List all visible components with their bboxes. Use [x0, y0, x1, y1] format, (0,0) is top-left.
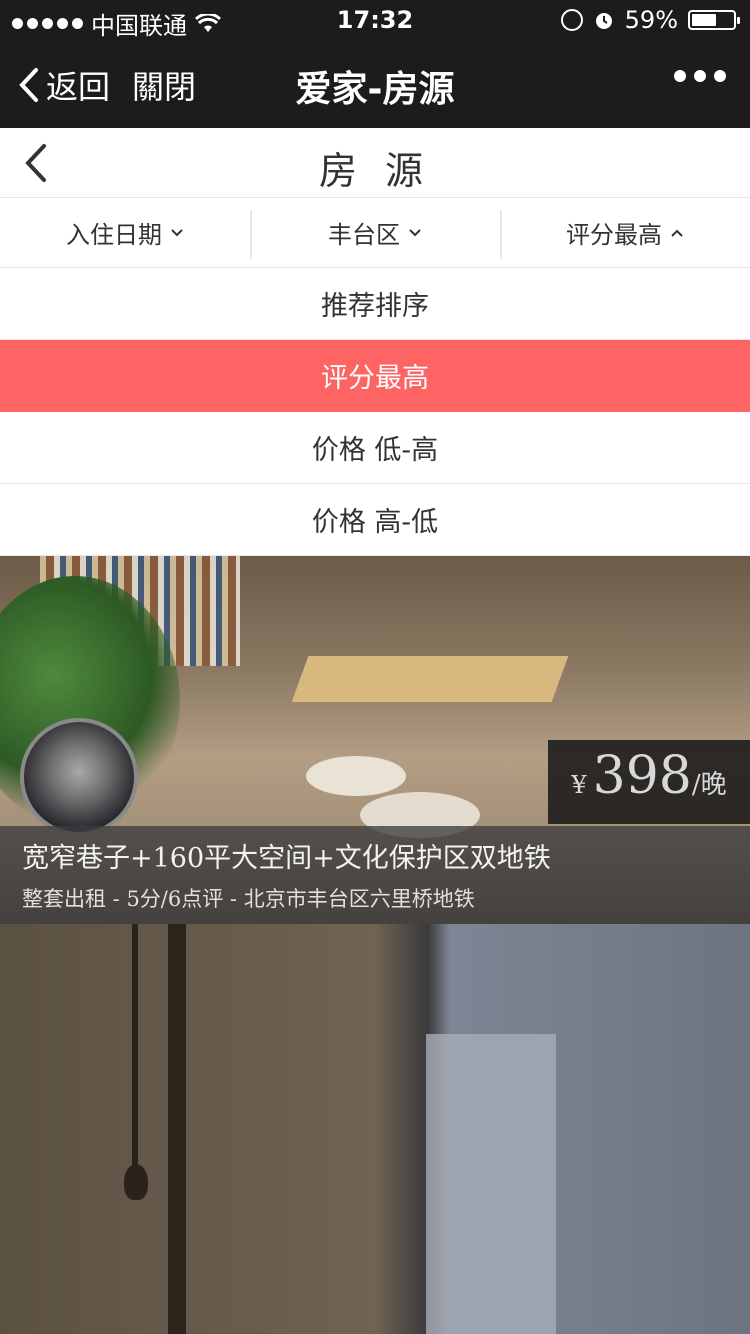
listing-photo-lamp	[124, 1164, 148, 1200]
listing-photo-cushion	[306, 756, 406, 796]
nav-close-button[interactable]: 關閉	[132, 62, 196, 108]
listing-photo-pillar	[168, 924, 186, 1334]
status-left: 中国联通	[12, 6, 221, 41]
sort-options-list: 推荐排序 评分最高 价格 低-高 价格 高-低	[0, 268, 750, 556]
filter-district[interactable]: 丰台区	[250, 198, 500, 267]
price-unit: /晚	[691, 770, 727, 800]
filter-checkin-date[interactable]: 入住日期	[0, 198, 250, 267]
price-value: 398	[592, 746, 692, 806]
price-currency: ¥	[571, 771, 587, 799]
battery-fill	[692, 14, 716, 26]
status-bar: 中国联通 17:32 59%	[0, 0, 750, 40]
status-right: 59%	[560, 6, 740, 34]
chevron-up-icon	[671, 229, 683, 237]
filter-label: 评分最高	[566, 221, 662, 249]
nav-back-button[interactable]: 返回	[18, 62, 110, 108]
battery-icon	[688, 10, 740, 30]
page-header: 房 源	[0, 128, 750, 198]
sort-option-recommended[interactable]: 推荐排序	[0, 268, 750, 340]
signal-strength-icon	[12, 18, 83, 29]
filter-label: 丰台区	[328, 221, 400, 249]
wifi-icon	[195, 13, 221, 32]
chevron-down-icon	[171, 228, 183, 236]
filter-bar: 入住日期 丰台区 评分最高	[0, 198, 750, 268]
wechat-nav-bar: 返回 關閉 爱家-房源	[0, 40, 750, 128]
page-title: 房 源	[318, 149, 432, 193]
chevron-down-icon	[409, 228, 421, 236]
nav-title: 爱家-房源	[295, 69, 455, 110]
listing-title: 宽窄巷子+160平大空间+文化保护区双地铁	[22, 843, 551, 874]
listing-info: 宽窄巷子+160平大空间+文化保护区双地铁 整套出租 - 5分/6点评 - 北京…	[0, 826, 750, 924]
listing-photo-curtain	[426, 1034, 556, 1334]
sort-option-price-low-high[interactable]: 价格 低-高	[0, 412, 750, 484]
page-back-button[interactable]	[18, 140, 58, 186]
sort-option-price-high-low[interactable]: 价格 高-低	[0, 484, 750, 556]
listing-meta: 整套出租 - 5分/6点评 - 北京市丰台区六里桥地铁	[22, 887, 475, 911]
host-avatar[interactable]	[20, 718, 138, 836]
battery-percent: 59%	[624, 6, 678, 34]
listing-price-badge: ¥ 398 /晚	[548, 740, 750, 824]
sort-option-top-rated[interactable]: 评分最高	[0, 340, 750, 412]
filter-sort[interactable]: 评分最高	[500, 198, 750, 267]
more-options-icon[interactable]	[674, 70, 726, 82]
alarm-icon	[595, 13, 612, 29]
listing-photo-lamp-cord	[132, 924, 138, 1174]
listing-photo-table	[291, 656, 569, 702]
listing-card[interactable]: ¥ 398 /晚 宽窄巷子+160平大空间+文化保护区双地铁 整套出租 - 5分…	[0, 556, 750, 924]
nav-back-label: 返回	[46, 68, 111, 106]
listing-card-photo[interactable]	[0, 924, 750, 1334]
carrier-name: 中国联通	[91, 12, 187, 40]
orientation-lock-icon	[560, 9, 583, 31]
chevron-left-icon	[19, 68, 38, 102]
filter-label: 入住日期	[66, 221, 162, 249]
